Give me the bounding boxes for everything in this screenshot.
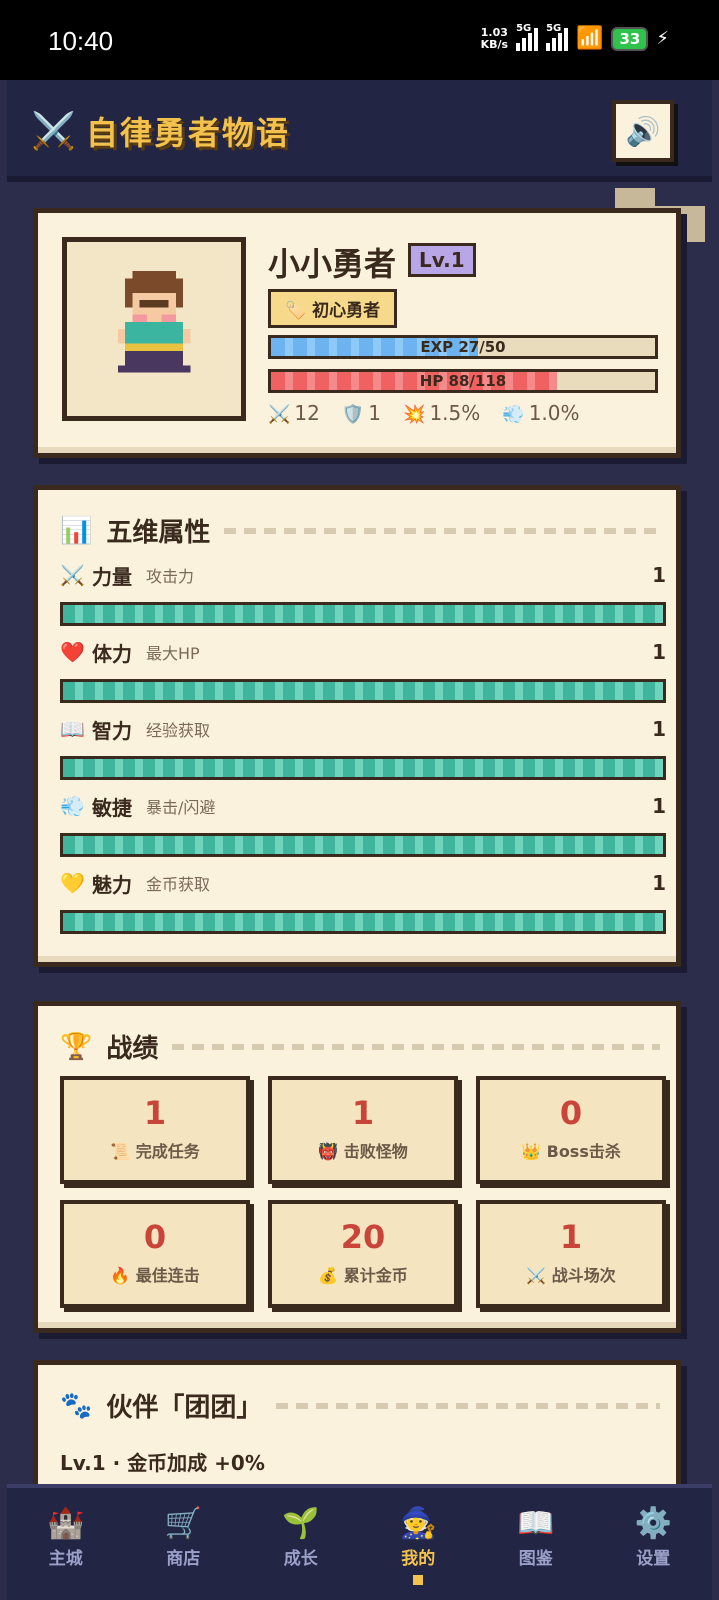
crossed-swords-icon: ⚔️ bbox=[31, 111, 76, 152]
paw-icon: 🐾 bbox=[60, 1390, 93, 1421]
book-icon: 📖 bbox=[60, 717, 85, 741]
heart-icon: ❤️ bbox=[60, 640, 85, 664]
active-indicator bbox=[413, 1575, 424, 1585]
attr-bar bbox=[60, 602, 666, 626]
record-battles: 1 ⚔️ 战斗场次 bbox=[476, 1200, 666, 1308]
attr-value: 1 bbox=[652, 563, 666, 587]
nav-item-settings[interactable]: ⚙️ 设置 bbox=[595, 1488, 713, 1600]
partner-subtitle: Lv.1 · 金币加成 +0% bbox=[60, 1451, 265, 1475]
hp-label: HP 88/118 bbox=[419, 372, 507, 390]
bottom-nav: 🏰 主城 🛒 商店 🌱 成长 🧙 我的 📖 图鉴 ⚙️ 设置 bbox=[7, 1484, 712, 1600]
attr-value: 1 bbox=[652, 871, 666, 895]
signal-icon-2: 5G bbox=[546, 23, 569, 51]
nav-item-growth[interactable]: 🌱 成长 bbox=[242, 1488, 360, 1600]
wifi-icon: 📶 bbox=[576, 26, 604, 51]
status-bar: 10:40 1.03 KB/s 5G 5G 📶 33 ⚡ bbox=[0, 0, 719, 80]
charging-icon: ⚡ bbox=[656, 28, 669, 49]
trophy-icon: 🏆 bbox=[60, 1031, 93, 1062]
nav-item-shop[interactable]: 🛒 商店 bbox=[125, 1488, 243, 1600]
records-title: 🏆 战绩 bbox=[60, 1028, 660, 1065]
exp-bar: EXP 27/50 bbox=[268, 335, 658, 359]
divider bbox=[172, 1043, 660, 1050]
decor-block bbox=[615, 188, 655, 210]
record-boss: 0 👑 Boss击杀 bbox=[476, 1076, 666, 1184]
seedling-icon: 🌱 bbox=[282, 1506, 320, 1541]
records-card: 🏆 战绩 1 📜 完成任务 1 👹 击败怪物 0 👑 Boss击杀 0 🔥 最佳连击 2… bbox=[33, 1001, 681, 1333]
app-title-text: 自律勇者物语 bbox=[85, 114, 290, 152]
attr-bar bbox=[60, 910, 666, 934]
cart-icon: 🛒 bbox=[164, 1506, 202, 1541]
gear-icon: ⚙️ bbox=[634, 1506, 672, 1541]
wind-icon: 💨 bbox=[502, 404, 525, 425]
avatar bbox=[62, 237, 246, 421]
attack-stat: ⚔️ 12 bbox=[268, 401, 320, 425]
attr-value: 1 bbox=[652, 640, 666, 664]
app-title: ⚔️ 自律勇者物语 bbox=[31, 108, 290, 154]
main-scroll[interactable]: 小小勇者 Lv.1 🏷️ 初心勇者 EXP 27/50 HP 88/118 ⚔️… bbox=[7, 188, 712, 1484]
attr-strength: ⚔️ 力量 攻击力 1 bbox=[60, 560, 666, 626]
collision-icon: 💥 bbox=[403, 404, 426, 425]
hp-bar: HP 88/118 bbox=[268, 369, 658, 393]
record-gold: 20 💰 累计金币 bbox=[268, 1200, 458, 1308]
profile-card: 小小勇者 Lv.1 🏷️ 初心勇者 EXP 27/50 HP 88/118 ⚔️… bbox=[33, 208, 681, 458]
attr-bar bbox=[60, 679, 666, 703]
sword-icon: ⚔️ bbox=[60, 563, 85, 587]
net-speed: 1.03 KB/s bbox=[480, 25, 509, 51]
divider bbox=[224, 527, 660, 534]
record-quests: 1 📜 完成任务 bbox=[60, 1076, 250, 1184]
book-icon: 📖 bbox=[517, 1506, 555, 1541]
attr-stamina: ❤️ 体力 最大HP 1 bbox=[60, 637, 666, 703]
castle-icon: 🏰 bbox=[47, 1506, 85, 1541]
nav-item-home[interactable]: 🏰 主城 bbox=[7, 1488, 125, 1600]
attr-bar bbox=[60, 756, 666, 780]
attr-charm: 💛 魅力 金币获取 1 bbox=[60, 868, 666, 934]
battery-icon: 33 bbox=[611, 26, 649, 51]
dodge-stat: 💨 1.0% bbox=[502, 401, 580, 425]
title-badge: 🏷️ 初心勇者 bbox=[268, 289, 398, 328]
signal-icon: 5G bbox=[516, 23, 539, 51]
partner-card: 🐾 伙伴「团团」 Lv.1 · 金币加成 +0% bbox=[33, 1360, 681, 1484]
hero-name: 小小勇者 bbox=[268, 245, 397, 283]
clock: 10:40 bbox=[48, 26, 114, 56]
speaker-icon: 🔊 bbox=[625, 114, 661, 148]
hero-pixel-avatar bbox=[117, 271, 191, 373]
defense-stat: 🛡️ 1 bbox=[341, 401, 382, 425]
sound-toggle-button[interactable]: 🔊 bbox=[612, 100, 674, 162]
crit-stat: 💥 1.5% bbox=[403, 401, 481, 425]
wind-icon: 💨 bbox=[60, 794, 85, 818]
app-header: ⚔️ 自律勇者物语 🔊 bbox=[7, 80, 712, 182]
combat-stats: ⚔️ 12 🛡️ 1 💥 1.5% 💨 1.0% bbox=[268, 401, 580, 425]
sword-icon: ⚔️ bbox=[268, 404, 291, 425]
attributes-title: 📊 五维属性 bbox=[60, 512, 660, 549]
nav-item-me[interactable]: 🧙 我的 bbox=[360, 1488, 478, 1600]
shield-icon: 🛡️ bbox=[341, 404, 365, 425]
exp-label: EXP 27/50 bbox=[420, 338, 506, 356]
status-icons: 1.03 KB/s 5G 5G 📶 33 ⚡ bbox=[480, 23, 669, 52]
divider bbox=[276, 1402, 660, 1409]
attr-agility: 💨 敏捷 暴击/闪避 1 bbox=[60, 791, 666, 857]
partner-title: 🐾 伙伴「团团」 bbox=[60, 1387, 660, 1424]
level-badge: Lv.1 bbox=[408, 243, 476, 277]
attr-value: 1 bbox=[652, 717, 666, 741]
attr-bar bbox=[60, 833, 666, 857]
nav-item-codex[interactable]: 📖 图鉴 bbox=[477, 1488, 595, 1600]
attr-value: 1 bbox=[652, 794, 666, 818]
record-monsters: 1 👹 击败怪物 bbox=[268, 1076, 458, 1184]
attr-intellect: 📖 智力 经验获取 1 bbox=[60, 714, 666, 780]
yellow-heart-icon: 💛 bbox=[60, 871, 85, 895]
attributes-card: 📊 五维属性 ⚔️ 力量 攻击力 1 ❤️ 体力 最大HP 1 📖 智力 经验获取 1 💨 敏捷 暴击… bbox=[33, 485, 681, 967]
records-grid: 1 📜 完成任务 1 👹 击败怪物 0 👑 Boss击杀 0 🔥 最佳连击 20 💰 累计… bbox=[60, 1076, 666, 1308]
record-combo: 0 🔥 最佳连击 bbox=[60, 1200, 250, 1308]
bar-chart-icon: 📊 bbox=[60, 515, 93, 546]
mage-icon: 🧙 bbox=[399, 1506, 437, 1541]
